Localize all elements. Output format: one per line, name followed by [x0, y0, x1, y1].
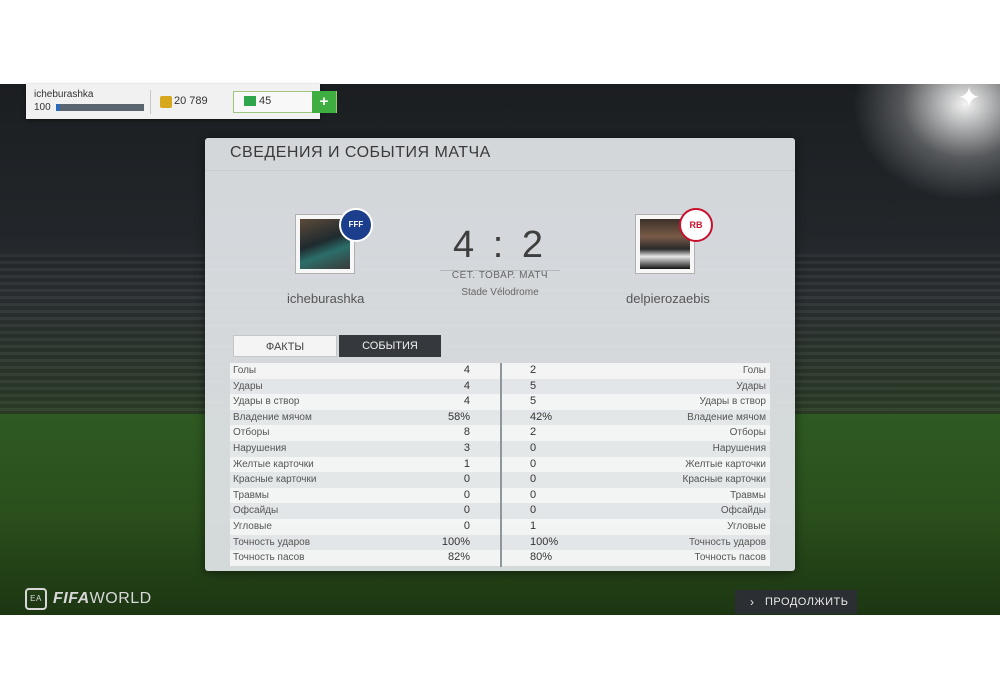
tab-facts[interactable]: ФАКТЫ [233, 335, 337, 357]
match-summary-panel: СВЕДЕНИЯ И СОБЫТИЯ МАТЧА FFF icheburashk… [205, 138, 795, 571]
home-club-badge-icon: FFF [339, 208, 373, 242]
stat-value-home: 0 [463, 504, 470, 517]
stat-label-home: Отборы [233, 427, 270, 439]
stat-label-away: Удары в створ [699, 396, 767, 408]
stat-label-away: Голы [742, 365, 766, 376]
stat-value-away: 1 [530, 519, 537, 532]
coins-icon [160, 96, 172, 108]
stat-value-home: 0 [463, 473, 470, 486]
stat-value-home: 4 [463, 379, 470, 392]
stat-value-home: 8 [463, 426, 470, 439]
floodlight-flare-icon: ✦ [957, 84, 981, 113]
stadium-name: Stade Vélodrome [461, 287, 539, 298]
stat-value-home: 100% [441, 535, 470, 548]
away-club-badge-icon: RB [679, 208, 713, 242]
continue-button[interactable]: › ПРОДОЛЖИТЬ [735, 590, 857, 614]
add-points-button[interactable]: + [312, 91, 336, 113]
chevron-right-icon: › [750, 595, 755, 609]
stat-value-away: 5 [530, 395, 537, 408]
stat-label-away: Удары [736, 380, 766, 392]
stats-table: Голы 4 2 Голы Удары 4 5 Удары Удары в створ 4 5 Уда… [230, 363, 770, 567]
stat-label-away: Красные карточки [682, 474, 766, 486]
username: icheburashka [34, 89, 94, 100]
coins-balance: 20 789 [174, 95, 208, 107]
level-progress-bar [56, 104, 144, 111]
stat-value-away: 100% [530, 535, 559, 548]
stat-label-away: Точность пасов [694, 552, 767, 564]
stat-value-away: 0 [530, 457, 537, 470]
stat-value-home: 1 [463, 457, 470, 470]
stat-label-away: Точность ударов [688, 536, 766, 548]
stat-value-away: 2 [530, 426, 537, 439]
stat-value-home: 4 [463, 364, 470, 376]
stat-value-home: 4 [463, 395, 470, 408]
stat-value-home: 82% [447, 551, 470, 564]
stat-value-home: 58% [447, 410, 470, 423]
fifa-world-logo: EA FIFAWORLD [25, 588, 152, 610]
fifa-points-icon [244, 96, 256, 106]
stat-label-home: Точность ударов [233, 536, 311, 548]
stat-label-home: Голы [233, 365, 257, 376]
divider [205, 170, 795, 171]
stat-value-home: 0 [463, 519, 470, 532]
home-player-name: icheburashka [287, 291, 365, 306]
stat-label-home: Травмы [233, 489, 269, 501]
stat-value-away: 2 [530, 364, 537, 376]
stat-value-away: 80% [530, 551, 553, 564]
stat-label-away: Нарушения [712, 442, 766, 454]
tab-events[interactable]: СОБЫТИЯ [339, 335, 441, 357]
away-player-name: delpierozaebis [626, 291, 710, 306]
logo-prefix: FIFA [53, 590, 90, 608]
divider [150, 90, 151, 114]
divider [500, 363, 502, 567]
fifa-points-balance: 45 [259, 95, 272, 107]
stat-label-away: Отборы [729, 427, 766, 439]
match-score: 4 : 2 [453, 224, 547, 266]
stat-value-away: 0 [530, 504, 537, 517]
stat-value-away: 5 [530, 379, 537, 392]
level-value: 100 [34, 102, 51, 113]
stat-label-away: Травмы [730, 489, 766, 501]
stat-value-away: 0 [530, 488, 537, 501]
logo-suffix: WORLD [89, 590, 152, 608]
stat-value-away: 0 [530, 441, 537, 454]
level-progress-fill [56, 104, 61, 111]
stat-label-away: Офсайды [720, 505, 766, 517]
stat-label-home: Точность пасов [233, 552, 305, 564]
stat-label-away: Угловые [727, 520, 766, 532]
stat-value-home: 0 [463, 488, 470, 501]
stat-value-away: 0 [530, 473, 537, 486]
stat-label-home: Желтые карточки [233, 458, 314, 470]
ea-logo-icon: EA [25, 588, 47, 610]
stat-label-home: Удары [233, 380, 263, 392]
continue-label: ПРОДОЛЖИТЬ [765, 596, 849, 608]
stat-label-home: Угловые [233, 520, 272, 532]
panel-title: СВЕДЕНИЯ И СОБЫТИЯ МАТЧА [230, 144, 491, 161]
stat-label-home: Офсайды [233, 505, 279, 517]
match-type: СЕТ. ТОВАР. МАТЧ [451, 270, 549, 281]
stat-label-away: Желтые карточки [685, 458, 766, 470]
stat-value-away: 42% [530, 410, 553, 423]
stat-label-home: Удары в створ [233, 396, 300, 408]
stat-label-home: Нарушения [233, 442, 287, 454]
account-bar: icheburashka 100 20 789 45 + [26, 84, 337, 119]
stat-value-home: 3 [463, 441, 470, 454]
stat-label-home: Владение мячом [233, 411, 312, 423]
stat-label-away: Владение мячом [687, 411, 766, 423]
stat-label-home: Красные карточки [233, 474, 317, 486]
